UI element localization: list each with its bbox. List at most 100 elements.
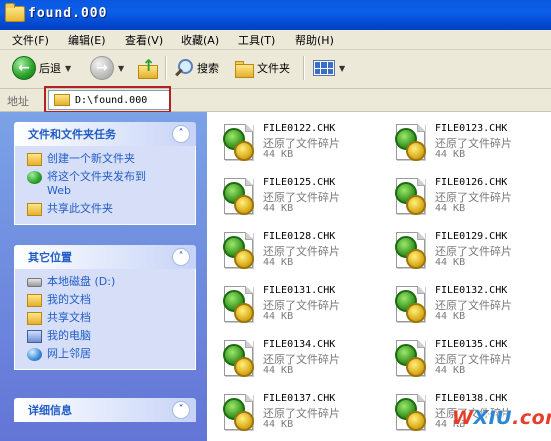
places-panel-title: 其它位置 bbox=[28, 251, 72, 264]
file-item[interactable]: FILE0134.CHK 还原了文件碎片 44 KB bbox=[213, 336, 373, 384]
address-highlight-box bbox=[44, 86, 171, 113]
chk-file-icon bbox=[221, 338, 255, 378]
forward-dropdown-icon[interactable]: ▼ bbox=[118, 64, 124, 73]
views-icon bbox=[313, 60, 335, 76]
chk-file-icon bbox=[393, 284, 427, 324]
toolbar-divider bbox=[165, 56, 167, 80]
file-item[interactable]: FILE0125.CHK 还原了文件碎片 44 KB bbox=[213, 174, 373, 222]
file-list: FILE0122.CHK 还原了文件碎片 44 KB FILE0123.CHK … bbox=[207, 112, 551, 441]
chk-file-icon bbox=[393, 122, 427, 162]
chk-file-icon bbox=[221, 176, 255, 216]
tasks-panel-header[interactable]: 文件和文件夹任务 ˄ bbox=[14, 122, 196, 146]
menu-edit[interactable]: 编辑(E) bbox=[68, 32, 106, 48]
file-size: 44 KB bbox=[263, 203, 294, 214]
file-item[interactable]: FILE0126.CHK 还原了文件碎片 44 KB bbox=[385, 174, 545, 222]
file-item[interactable]: FILE0132.CHK 还原了文件碎片 44 KB bbox=[385, 282, 545, 330]
file-item[interactable]: FILE0129.CHK 还原了文件碎片 44 KB bbox=[385, 228, 545, 276]
place-local-disk[interactable]: 本地磁盘 (D:) bbox=[27, 273, 187, 291]
chk-file-icon bbox=[393, 230, 427, 270]
file-size: 44 KB bbox=[263, 257, 294, 268]
task-share-folder[interactable]: 共享此文件夹 bbox=[27, 200, 187, 218]
menu-bar: 文件(F) 编辑(E) 查看(V) 收藏(A) 工具(T) 帮助(H) bbox=[0, 30, 551, 50]
disk-icon bbox=[27, 278, 42, 287]
menu-favorites[interactable]: 收藏(A) bbox=[181, 32, 219, 48]
file-name: FILE0132.CHK bbox=[435, 285, 508, 296]
file-item[interactable]: FILE0131.CHK 还原了文件碎片 44 KB bbox=[213, 282, 373, 330]
search-icon bbox=[174, 58, 194, 78]
place-label: 我的文档 bbox=[47, 293, 91, 306]
menu-view[interactable]: 查看(V) bbox=[125, 32, 163, 48]
folders-label: 文件夹 bbox=[257, 62, 290, 75]
file-name: FILE0137.CHK bbox=[263, 393, 336, 404]
menu-help[interactable]: 帮助(H) bbox=[295, 32, 334, 48]
file-size: 44 KB bbox=[435, 311, 466, 322]
search-label: 搜索 bbox=[197, 62, 219, 75]
file-item[interactable]: FILE0135.CHK 还原了文件碎片 44 KB bbox=[385, 336, 545, 384]
expand-icon[interactable]: ˅ bbox=[172, 401, 190, 419]
tasks-panel-title: 文件和文件夹任务 bbox=[28, 128, 116, 141]
details-panel-header[interactable]: 详细信息 ˅ bbox=[14, 398, 196, 422]
file-item[interactable]: FILE0123.CHK 还原了文件碎片 44 KB bbox=[385, 120, 545, 168]
place-label: 本地磁盘 (D:) bbox=[47, 275, 116, 288]
task-pane: 文件和文件夹任务 ˄ 创建一个新文件夹 将这个文件夹发布到 Web 共享此文件夹 … bbox=[0, 112, 207, 441]
folder-icon bbox=[234, 59, 254, 78]
chk-file-icon bbox=[393, 392, 427, 432]
chk-file-icon bbox=[221, 122, 255, 162]
file-item[interactable]: FILE0137.CHK 还原了文件碎片 44 KB bbox=[213, 390, 373, 438]
new-folder-icon bbox=[27, 153, 42, 166]
place-my-documents[interactable]: 我的文档 bbox=[27, 291, 187, 309]
folders-button[interactable]: 文件夹 bbox=[234, 55, 290, 81]
computer-icon bbox=[27, 330, 42, 343]
menu-tools[interactable]: 工具(T) bbox=[238, 32, 275, 48]
back-button[interactable]: ← 后退 ▼ bbox=[12, 55, 71, 81]
place-my-computer[interactable]: 我的电脑 bbox=[27, 327, 187, 345]
toolbar: ← 后退 ▼ → ▼ ↑ 搜索 文件夹 ▼ bbox=[0, 50, 551, 89]
task-label: 共享此文件夹 bbox=[47, 202, 113, 215]
task-label: 将这个文件夹发布到 Web bbox=[47, 170, 146, 197]
file-item[interactable]: FILE0128.CHK 还原了文件碎片 44 KB bbox=[213, 228, 373, 276]
publish-web-icon bbox=[27, 171, 42, 184]
tasks-panel: 文件和文件夹任务 ˄ 创建一个新文件夹 将这个文件夹发布到 Web 共享此文件夹 bbox=[14, 122, 196, 225]
task-new-folder[interactable]: 创建一个新文件夹 bbox=[27, 150, 187, 168]
chk-file-icon bbox=[393, 176, 427, 216]
views-button[interactable]: ▼ bbox=[313, 55, 345, 81]
views-dropdown-icon[interactable]: ▼ bbox=[339, 64, 345, 73]
up-button[interactable]: ↑ bbox=[136, 55, 158, 81]
details-panel: 详细信息 ˅ bbox=[14, 398, 196, 422]
file-name: FILE0138.CHK bbox=[435, 393, 508, 404]
chk-file-icon bbox=[221, 284, 255, 324]
file-name: FILE0134.CHK bbox=[263, 339, 336, 350]
places-panel: 其它位置 ˄ 本地磁盘 (D:) 我的文档 共享文档 我的电脑 网上邻居 bbox=[14, 245, 196, 370]
task-publish-web[interactable]: 将这个文件夹发布到 Web bbox=[27, 168, 187, 200]
file-name: FILE0125.CHK bbox=[263, 177, 336, 188]
file-name: FILE0123.CHK bbox=[435, 123, 508, 134]
tasks-panel-body: 创建一个新文件夹 将这个文件夹发布到 Web 共享此文件夹 bbox=[14, 146, 196, 225]
file-size: 44 KB bbox=[263, 365, 294, 376]
search-button[interactable]: 搜索 bbox=[174, 55, 219, 81]
details-panel-title: 详细信息 bbox=[28, 404, 72, 417]
file-name: FILE0128.CHK bbox=[263, 231, 336, 242]
chk-file-icon bbox=[221, 392, 255, 432]
forward-button[interactable]: → ▼ bbox=[90, 55, 124, 81]
back-label: 后退 bbox=[39, 62, 61, 75]
file-name: FILE0129.CHK bbox=[435, 231, 508, 242]
collapse-icon[interactable]: ˄ bbox=[172, 248, 190, 266]
file-size: 44 KB bbox=[263, 419, 294, 430]
back-dropdown-icon[interactable]: ▼ bbox=[65, 64, 71, 73]
places-panel-header[interactable]: 其它位置 ˄ bbox=[14, 245, 196, 269]
file-size: 44 KB bbox=[435, 203, 466, 214]
places-panel-body: 本地磁盘 (D:) 我的文档 共享文档 我的电脑 网上邻居 bbox=[14, 269, 196, 370]
file-size: 44 KB bbox=[263, 149, 294, 160]
documents-icon bbox=[27, 294, 42, 307]
folder-up-icon: ↑ bbox=[136, 56, 158, 79]
place-shared-documents[interactable]: 共享文档 bbox=[27, 309, 187, 327]
network-icon bbox=[27, 348, 42, 361]
file-name: FILE0126.CHK bbox=[435, 177, 508, 188]
menu-file[interactable]: 文件(F) bbox=[12, 32, 49, 48]
place-label: 共享文档 bbox=[47, 311, 91, 324]
file-size: 44 KB bbox=[435, 257, 466, 268]
place-network[interactable]: 网上邻居 bbox=[27, 345, 187, 363]
collapse-icon[interactable]: ˄ bbox=[172, 125, 190, 143]
file-item[interactable]: FILE0122.CHK 还原了文件碎片 44 KB bbox=[213, 120, 373, 168]
address-label: 地址 bbox=[7, 95, 29, 108]
